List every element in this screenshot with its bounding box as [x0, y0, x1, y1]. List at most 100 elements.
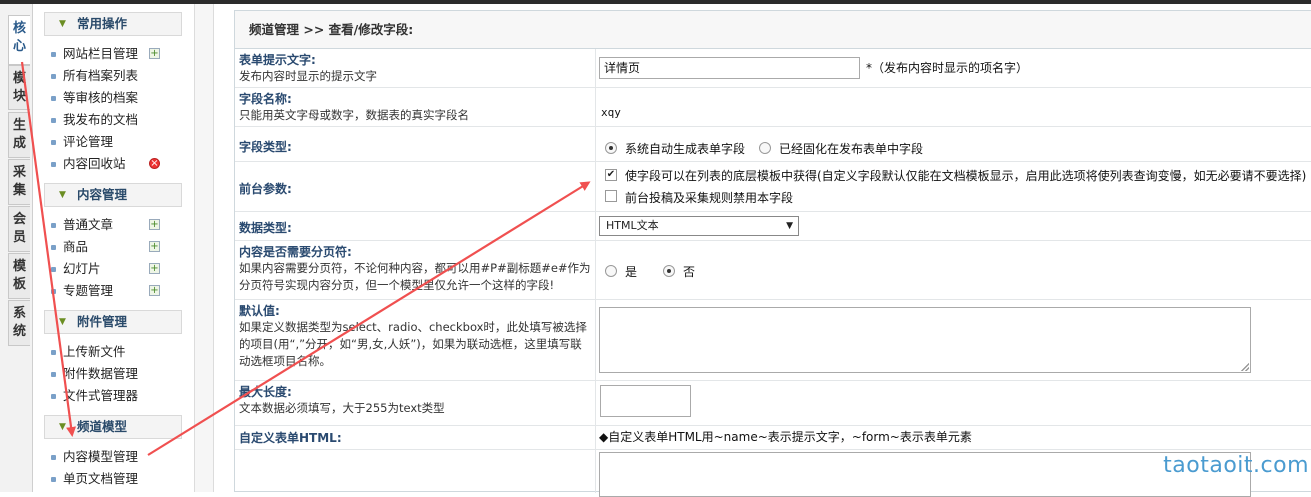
vtab-member[interactable]: 会员: [8, 206, 30, 252]
row-paging-value: 是 否: [597, 241, 1311, 299]
fieldtype-auto-radio[interactable]: [605, 142, 617, 154]
sidebar-item-file-manager[interactable]: 文件式管理器: [51, 386, 181, 406]
add-icon[interactable]: +: [149, 285, 160, 296]
row-fieldtype: 字段类型: 系统自动生成表单字段 已经固化在发布表单中字段: [235, 127, 1311, 162]
vtab-char: 成: [12, 136, 26, 151]
sidebar-item-attachment-data[interactable]: 附件数据管理: [51, 364, 181, 384]
paging-yes-radio[interactable]: [605, 265, 617, 277]
vtab-char: 生: [12, 118, 26, 133]
row-customhtml: 自定义表单HTML: ◆自定义表单HTML用~name~表示提示文字，~form…: [235, 426, 1311, 450]
field-label: 最大长度:: [239, 385, 292, 399]
sidebar-item-topics[interactable]: 专题管理 +: [51, 281, 181, 301]
vtab-char: 统: [12, 324, 26, 339]
row-fieldtype-value: 系统自动生成表单字段 已经固化在发布表单中字段: [597, 127, 1311, 161]
sidebar-item-my-docs[interactable]: 我发布的文档: [51, 110, 181, 130]
maxlength-input[interactable]: [600, 385, 691, 417]
row-maxlength-label: 最大长度: 文本数据必须填写，大于255为text类型: [235, 381, 596, 425]
sidebar-item-all-archives[interactable]: 所有档案列表: [51, 66, 181, 86]
field-desc: 如果定义数据类型为select、radio、checkbox时，此处填写被选择的…: [239, 320, 587, 368]
row-datatype: 数据类型: HTML文本 ▼: [235, 212, 1311, 241]
sidebar-item-upload[interactable]: 上传新文件: [51, 342, 181, 362]
bullet-icon: [51, 52, 56, 57]
vtab-char: 模: [12, 71, 26, 86]
row-paging: 内容是否需要分页符: 如果内容需要分页符，不论何种内容，都可以用#P#副标题#e…: [235, 241, 1311, 300]
chevron-down-icon: ▼: [59, 190, 66, 200]
chevron-down-icon: ▼: [59, 317, 66, 327]
bullet-icon: [51, 162, 56, 167]
paging-yes-label: 是: [625, 265, 638, 279]
splitter[interactable]: [194, 4, 214, 492]
field-label: 自定义表单HTML:: [239, 431, 342, 445]
row-frontend-label: 前台参数:: [235, 162, 596, 211]
row-default-label: 默认值: 如果定义数据类型为select、radio、checkbox时，此处填…: [235, 300, 596, 380]
vtab-char: 员: [12, 230, 26, 245]
sidebar-item-article[interactable]: 普通文章 +: [51, 215, 181, 235]
row-customhtml-value: ◆自定义表单HTML用~name~表示提示文字，~form~表示表单元素: [597, 426, 1311, 449]
fieldtype-fixed-label: 已经固化在发布表单中字段: [779, 142, 924, 156]
sidebar-item-slides[interactable]: 幻灯片 +: [51, 259, 181, 279]
field-label: 字段名称:: [239, 92, 292, 106]
sidebar-group-attachments[interactable]: ▼ 附件管理: [44, 310, 182, 334]
bullet-icon: [51, 350, 56, 355]
bullet-icon: [51, 289, 56, 294]
customhtml-textarea[interactable]: [599, 452, 1251, 497]
vertical-tab-bar: 核心 模块 生成 采集 会员 模板 系统: [0, 4, 33, 492]
sidebar-group-channel-model[interactable]: ▼ 频道模型: [44, 415, 182, 439]
sidebar-item-pending[interactable]: 等审核的档案: [51, 88, 181, 108]
row-default: 默认值: 如果定义数据类型为select、radio、checkbox时，此处填…: [235, 300, 1311, 381]
watermark: taotaoit.com: [1163, 453, 1309, 478]
vtab-char: 模: [12, 259, 26, 274]
vtab-char: 会: [12, 212, 26, 227]
field-label: 表单提示文字:: [239, 53, 316, 67]
frontend-list-checkbox[interactable]: ✔: [605, 169, 617, 181]
sidebar-item-goods[interactable]: 商品 +: [51, 237, 181, 257]
fieldtype-auto-label: 系统自动生成表单字段: [625, 142, 746, 156]
vtab-template[interactable]: 模板: [8, 253, 30, 299]
sidebar-group-common[interactable]: ▼ 常用操作: [44, 12, 182, 36]
vtab-char: 心: [12, 39, 26, 54]
row-itemname: 表单提示文字: 发布内容时显示的提示文字 详情页 *（发布内容时显示的项名字）: [235, 49, 1311, 88]
vtab-char: 板: [12, 277, 26, 292]
bullet-icon: [51, 140, 56, 145]
fieldtype-fixed-radio[interactable]: [759, 142, 771, 154]
sidebar-item-recycle[interactable]: 内容回收站 ×: [51, 154, 181, 174]
row-fieldname-value: xqy: [597, 88, 1311, 126]
resize-grip-icon[interactable]: [1241, 363, 1249, 371]
sidebar-item-single-page[interactable]: 单页文档管理: [51, 469, 181, 489]
add-icon[interactable]: +: [149, 263, 160, 274]
field-label: 内容是否需要分页符:: [239, 245, 352, 259]
sidebar-item-catalog[interactable]: 网站栏目管理 +: [51, 44, 181, 64]
sidebar-item-content-model[interactable]: 内容模型管理: [51, 447, 181, 467]
row-customhtml-editor: [235, 450, 1311, 497]
sidebar-group-content[interactable]: ▼ 内容管理: [44, 183, 182, 207]
bullet-icon: [51, 372, 56, 377]
row-fieldname-label: 字段名称: 只能用英文字母或数字，数据表的真实字段名: [235, 88, 596, 126]
add-icon[interactable]: +: [149, 219, 160, 230]
sidebar: ▼ 常用操作 网站栏目管理 + 所有档案列表 等审核的档案 我发布的文档 评论管理 …: [33, 4, 193, 492]
datatype-select[interactable]: HTML文本 ▼: [599, 216, 799, 236]
field-desc: 文本数据必须填写，大于255为text类型: [239, 401, 445, 415]
row-default-value: [597, 300, 1311, 380]
itemname-input[interactable]: 详情页: [599, 57, 860, 79]
frontend-disable-checkbox[interactable]: [605, 190, 617, 202]
vtab-system[interactable]: 系统: [8, 300, 30, 346]
add-icon[interactable]: +: [149, 48, 160, 59]
delete-icon[interactable]: ×: [149, 158, 160, 169]
default-textarea[interactable]: [599, 307, 1251, 373]
chevron-down-icon: ▼: [59, 19, 66, 29]
frontend-disable-label: 前台投稿及采集规则禁用本字段: [625, 191, 794, 205]
field-label: 字段类型:: [239, 140, 292, 154]
vtab-generate[interactable]: 生成: [8, 112, 30, 158]
row-customhtml-label: 自定义表单HTML:: [235, 426, 596, 449]
paging-no-radio[interactable]: [663, 265, 675, 277]
vtab-collect[interactable]: 采集: [8, 159, 30, 205]
vtab-char: 采: [12, 165, 26, 180]
vtab-char: 块: [12, 89, 26, 104]
vtab-core[interactable]: 核心: [8, 15, 30, 65]
sidebar-item-comments[interactable]: 评论管理: [51, 132, 181, 152]
spacer: [214, 4, 234, 492]
vtab-module[interactable]: 模块: [8, 65, 30, 110]
field-label: 数据类型:: [239, 221, 292, 235]
chevron-down-icon: ▼: [59, 422, 66, 432]
add-icon[interactable]: +: [149, 241, 160, 252]
